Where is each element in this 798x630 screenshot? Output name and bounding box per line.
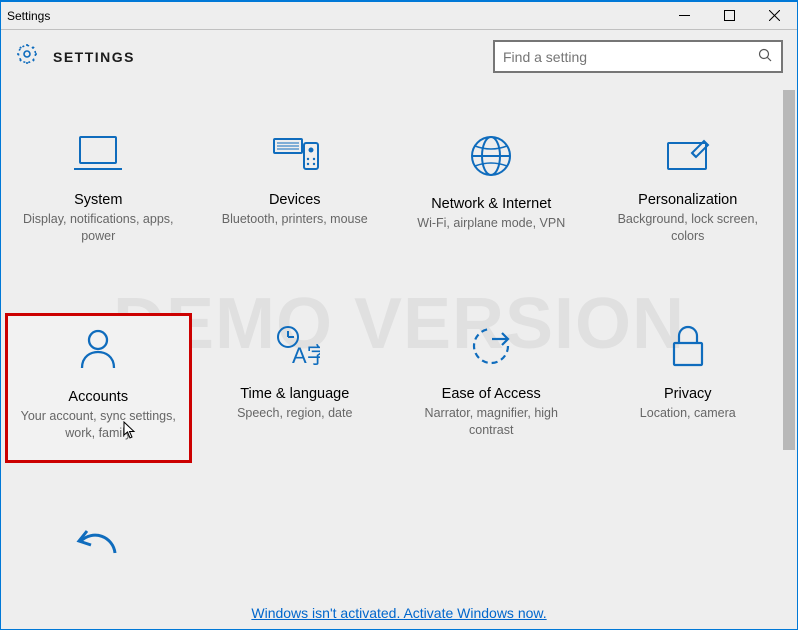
tile-title: Network & Internet	[431, 196, 551, 212]
tile-desc: Display, notifications, apps, power	[13, 211, 183, 245]
tile-network[interactable]: Network & Internet Wi-Fi, airplane mode,…	[398, 123, 585, 263]
window-title: Settings	[7, 9, 662, 23]
page-title: SETTINGS	[53, 49, 135, 65]
person-icon	[75, 326, 121, 377]
minimize-button[interactable]	[662, 2, 707, 30]
tile-desc: Wi-Fi, airplane mode, VPN	[417, 215, 565, 232]
maximize-button[interactable]	[707, 2, 752, 30]
tile-title: System	[74, 192, 122, 208]
devices-icon	[268, 133, 322, 180]
time-language-icon: A字	[270, 323, 320, 374]
tile-title: Personalization	[638, 192, 737, 208]
tile-title: Ease of Access	[442, 386, 541, 402]
undo-icon	[71, 523, 125, 574]
tile-desc: Speech, region, date	[237, 405, 352, 422]
settings-grid: System Display, notifications, apps, pow…	[1, 83, 797, 596]
tile-title: Time & language	[240, 386, 349, 402]
tile-desc: Your account, sync settings, work, famil…	[14, 408, 183, 442]
svg-text:A字: A字	[292, 343, 320, 368]
tile-accounts[interactable]: Accounts Your account, sync settings, wo…	[5, 313, 192, 463]
titlebar: Settings	[1, 2, 797, 30]
tile-desc: Bluetooth, printers, mouse	[222, 211, 368, 228]
tile-system[interactable]: System Display, notifications, apps, pow…	[5, 123, 192, 263]
tile-update[interactable]	[5, 513, 192, 597]
tile-ease-of-access[interactable]: Ease of Access Narrator, magnifier, high…	[398, 313, 585, 463]
tile-title: Accounts	[68, 389, 128, 405]
tile-time-language[interactable]: A字 Time & language Speech, region, date	[202, 313, 389, 463]
laptop-icon	[71, 133, 125, 180]
lock-icon	[668, 323, 708, 374]
search-box[interactable]	[493, 40, 783, 73]
close-button[interactable]	[752, 2, 797, 30]
globe-icon	[468, 133, 514, 184]
page-header: SETTINGS	[1, 30, 797, 83]
personalize-icon	[662, 133, 714, 180]
activation-link-bar: Windows isn't activated. Activate Window…	[1, 605, 797, 623]
tile-desc: Location, camera	[640, 405, 736, 422]
search-icon	[758, 48, 773, 66]
content-area: DEMO VERSION System Display, notificatio…	[1, 83, 797, 596]
tile-privacy[interactable]: Privacy Location, camera	[595, 313, 782, 463]
tile-title: Privacy	[664, 386, 712, 402]
tile-title: Devices	[269, 192, 321, 208]
tile-devices[interactable]: Devices Bluetooth, printers, mouse	[202, 123, 389, 263]
tile-personalization[interactable]: Personalization Background, lock screen,…	[595, 123, 782, 263]
activate-windows-link[interactable]: Windows isn't activated. Activate Window…	[251, 605, 546, 621]
ease-of-access-icon	[468, 323, 514, 374]
tile-desc: Narrator, magnifier, high contrast	[406, 405, 576, 439]
search-input[interactable]	[503, 49, 758, 65]
gear-icon	[15, 42, 39, 71]
tile-desc: Background, lock screen, colors	[603, 211, 773, 245]
